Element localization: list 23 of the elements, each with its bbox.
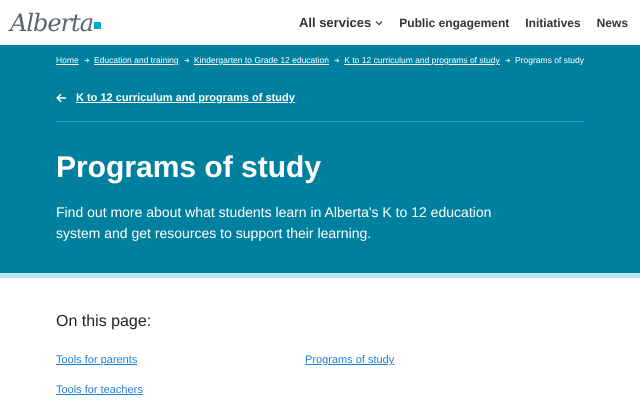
- services-dropdown[interactable]: All services: [298, 15, 384, 30]
- nav-link[interactable]: News: [596, 16, 628, 30]
- anchor-link[interactable]: Programs of study: [305, 354, 394, 366]
- arrow-right-icon: [84, 56, 89, 64]
- anchor-link[interactable]: Tools for teachers: [56, 384, 143, 396]
- arrow-right-icon: [504, 56, 510, 64]
- anchor-link[interactable]: Tools for parents: [56, 354, 138, 366]
- breadcrumb-link[interactable]: Kindergarten to Grade 12 education: [194, 55, 329, 65]
- section-heading: On this page:: [56, 312, 152, 332]
- chevron-down-icon: [375, 20, 384, 26]
- alberta-logo[interactable]: Alberta: [10, 8, 101, 36]
- arrow-left-icon: [56, 93, 67, 103]
- back-link[interactable]: K to 12 curriculum and programs of study: [56, 92, 295, 104]
- breadcrumb-link[interactable]: Education and training: [94, 55, 179, 65]
- arrow-right-icon: [334, 56, 340, 64]
- breadcrumb-link[interactable]: Home: [56, 55, 79, 65]
- nav-link[interactable]: Public engagement: [399, 16, 510, 30]
- breadcrumb-current: Programs of study: [515, 55, 584, 65]
- page-description: Find out more about what students learn in Alberta's K to 12 education system and get resources to support their learning.: [56, 203, 492, 243]
- page-title: Programs of study: [56, 150, 322, 186]
- arrow-right-icon: [184, 56, 189, 64]
- nav-link[interactable]: Initiatives: [525, 16, 581, 30]
- breadcrumb-link[interactable]: K to 12 curriculum and programs of study: [344, 55, 500, 65]
